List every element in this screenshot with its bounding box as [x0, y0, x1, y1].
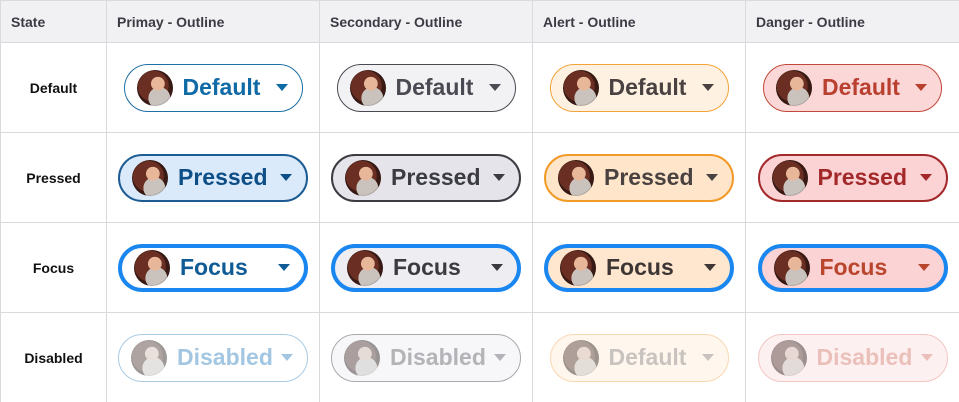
secondary-disabled-chip: Disabled: [331, 333, 521, 382]
caret-down-icon: [917, 264, 930, 271]
chip-label: Disabled: [390, 344, 486, 370]
caret-down-icon: [919, 174, 932, 181]
danger-pressed-chip[interactable]: Pressed: [757, 153, 948, 202]
alert-pressed-chip[interactable]: Pressed: [544, 153, 734, 202]
caret-down-icon: [275, 84, 288, 91]
chip-label: Default: [182, 74, 261, 100]
header-alert-outline: Alert - Outline: [533, 1, 746, 43]
cell-alert-disabled: Default: [533, 313, 746, 402]
chip-label: Pressed: [391, 164, 481, 190]
user-avatar: [562, 69, 599, 106]
chip-label: Disabled: [816, 344, 913, 370]
caret-down-icon: [281, 354, 293, 361]
chip-label: Default: [608, 344, 687, 370]
secondary-focus-chip[interactable]: Focus: [331, 243, 521, 292]
state-label-disabled: Disabled: [1, 313, 107, 402]
cell-secondary-disabled: Disabled: [320, 313, 533, 402]
header-secondary-outline: Secondary - Outline: [320, 1, 533, 43]
chip-label: Default: [822, 74, 900, 100]
cell-primary-focus: Focus: [107, 223, 320, 313]
chip-label: Focus: [180, 254, 248, 280]
danger-default-chip[interactable]: Default: [763, 63, 942, 112]
header-primary-outline: Primay - Outline: [107, 1, 320, 43]
cell-danger-default: Default: [746, 43, 959, 133]
user-avatar: [349, 69, 386, 106]
chip-label: Focus: [393, 254, 461, 280]
chip-label: Default: [395, 74, 474, 100]
cell-alert-focus: Focus: [533, 223, 746, 313]
cell-secondary-default: Default: [320, 43, 533, 133]
caret-down-icon: [701, 354, 714, 361]
user-avatar: [560, 249, 596, 286]
user-avatar: [776, 69, 812, 106]
user-avatar: [558, 159, 594, 196]
primary-pressed-chip[interactable]: Pressed: [118, 153, 308, 202]
chip-label: Default: [608, 74, 687, 100]
state-label-default: Default: [1, 43, 107, 133]
chip-label: Focus: [606, 254, 674, 280]
user-avatar: [773, 249, 810, 286]
user-avatar: [345, 159, 381, 196]
cell-primary-disabled: Disabled: [107, 313, 320, 402]
header-state: State: [1, 1, 107, 43]
chip-label: Pressed: [604, 164, 694, 190]
cell-primary-pressed: Pressed: [107, 133, 320, 223]
caret-down-icon: [278, 264, 290, 271]
caret-down-icon: [491, 264, 503, 271]
user-avatar: [771, 159, 808, 196]
user-avatar: [347, 249, 383, 286]
danger-disabled-chip: Disabled: [757, 333, 948, 382]
cell-secondary-focus: Focus: [320, 223, 533, 313]
caret-down-icon: [280, 174, 292, 181]
cell-danger-focus: Focus: [746, 223, 959, 313]
user-avatar: [136, 69, 173, 106]
caret-down-icon: [915, 84, 927, 91]
user-avatar: [131, 339, 167, 376]
user-avatar: [770, 339, 807, 376]
state-label-focus: Focus: [1, 223, 107, 313]
cell-secondary-pressed: Pressed: [320, 133, 533, 223]
header-danger-outline: Danger - Outline: [746, 1, 959, 43]
chip-label: Disabled: [177, 344, 273, 370]
chip-label: Focus: [819, 254, 888, 280]
user-avatar: [562, 339, 599, 376]
primary-disabled-chip: Disabled: [118, 333, 308, 382]
caret-down-icon: [704, 264, 716, 271]
cell-primary-default: Default: [107, 43, 320, 133]
user-avatar: [344, 339, 380, 376]
caret-down-icon: [488, 84, 501, 91]
user-avatar: [132, 159, 168, 196]
chip-label: Pressed: [817, 164, 908, 190]
caret-down-icon: [701, 84, 714, 91]
caret-down-icon: [494, 354, 506, 361]
secondary-pressed-chip[interactable]: Pressed: [331, 153, 521, 202]
caret-down-icon: [920, 354, 933, 361]
chip-label: Pressed: [178, 164, 268, 190]
primary-focus-chip[interactable]: Focus: [118, 243, 308, 292]
cell-danger-pressed: Pressed: [746, 133, 959, 223]
alert-focus-chip[interactable]: Focus: [544, 243, 734, 292]
danger-focus-chip[interactable]: Focus: [757, 243, 948, 292]
alert-disabled-chip: Default: [549, 333, 729, 382]
state-label-pressed: Pressed: [1, 133, 107, 223]
cell-danger-disabled: Disabled: [746, 313, 959, 402]
chip-state-matrix: State Primay - Outline Secondary - Outli…: [0, 0, 959, 402]
user-avatar: [134, 249, 170, 286]
caret-down-icon: [706, 174, 718, 181]
primary-default-chip[interactable]: Default: [123, 63, 303, 112]
cell-alert-default: Default: [533, 43, 746, 133]
cell-alert-pressed: Pressed: [533, 133, 746, 223]
alert-default-chip[interactable]: Default: [549, 63, 729, 112]
caret-down-icon: [493, 174, 505, 181]
secondary-default-chip[interactable]: Default: [336, 63, 516, 112]
